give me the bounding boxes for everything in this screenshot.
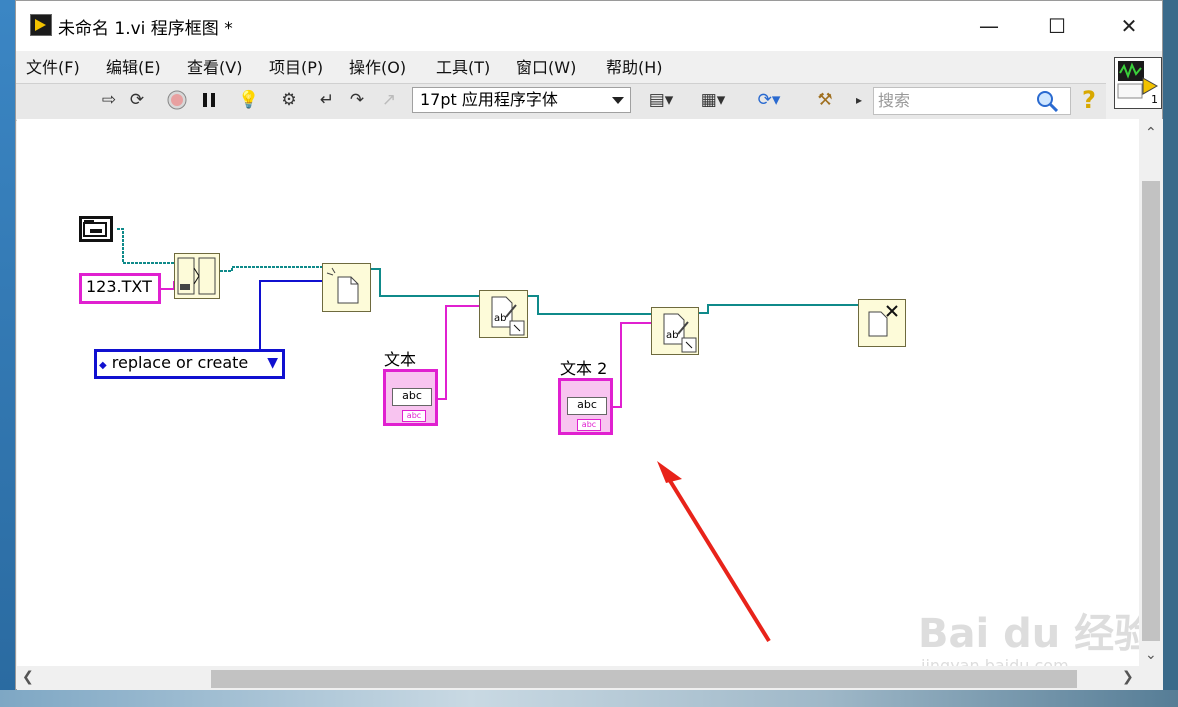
- build-path-node[interactable]: [174, 253, 220, 299]
- open-create-replace-file-node[interactable]: [322, 263, 371, 312]
- baidu-watermark: Bai du 经验: [918, 611, 1155, 657]
- close-file-node[interactable]: [858, 299, 906, 347]
- text-control-inner: abc: [392, 388, 432, 406]
- enum-increment-icon[interactable]: ◆: [99, 360, 107, 371]
- scroll-right-icon[interactable]: ❯: [1122, 669, 1134, 685]
- text2-control-tag: abc: [577, 419, 601, 431]
- labview-window: 未命名 1.vi 程序框图 * — ☐ ✕ 文件(F) 编辑(E) 查看(V) …: [15, 0, 1163, 690]
- text-control-label: 文本: [384, 350, 417, 369]
- wires: [117, 228, 858, 643]
- desktop-background: [0, 0, 15, 707]
- scroll-left-icon[interactable]: ❮: [22, 669, 34, 685]
- scroll-up-icon[interactable]: ⌃: [1145, 125, 1157, 141]
- operation-enum-constant[interactable]: ◆ replace or create ▼: [94, 349, 285, 379]
- svg-text:ab: ab: [666, 330, 678, 341]
- vertical-scroll-thumb[interactable]: [1142, 181, 1160, 641]
- text2-control-terminal[interactable]: abc abc: [558, 378, 613, 435]
- dropdown-arrow-icon[interactable]: ▼: [267, 352, 278, 374]
- file-name-constant[interactable]: 123.TXT: [79, 273, 161, 304]
- text2-control-inner: abc: [567, 397, 607, 415]
- text2-control-label: 文本 2: [560, 359, 608, 378]
- enum-value: replace or create: [111, 353, 249, 372]
- text-control-tag: abc: [402, 410, 426, 422]
- write-text-file-node-2[interactable]: ab: [651, 307, 699, 355]
- text-control-terminal[interactable]: abc abc: [383, 369, 438, 426]
- svg-text:ab: ab: [494, 313, 506, 324]
- horizontal-scroll-thumb[interactable]: [211, 670, 1077, 688]
- file-path-constant-icon[interactable]: [79, 216, 113, 242]
- scroll-down-icon[interactable]: ⌄: [1145, 647, 1157, 663]
- write-text-file-node[interactable]: ab: [479, 290, 528, 338]
- desktop-background-bottom: [0, 690, 1178, 707]
